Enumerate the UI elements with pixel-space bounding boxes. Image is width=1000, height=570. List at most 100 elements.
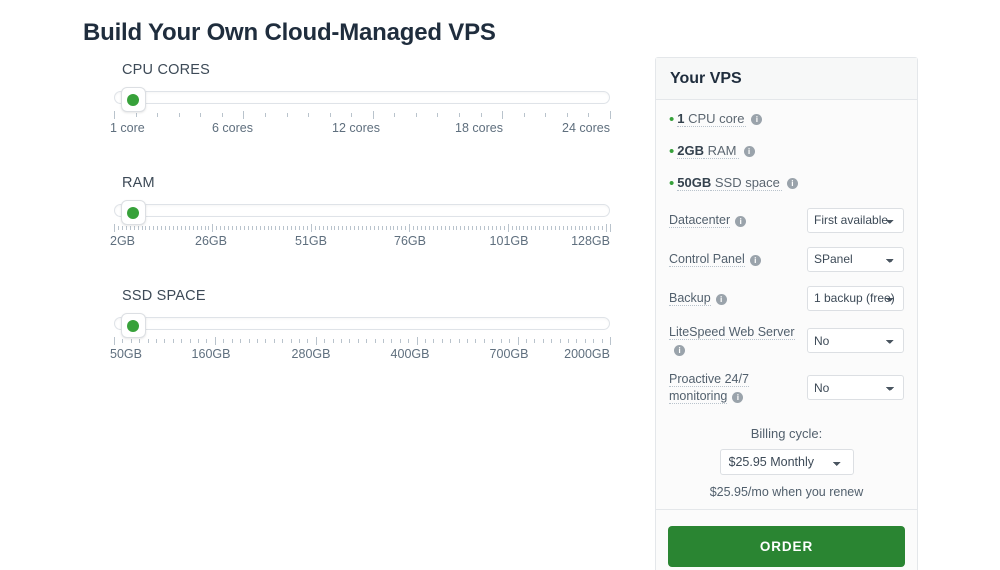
slider-tick: [173, 226, 175, 230]
renewal-price-note: $25.95/mo when you renew: [709, 484, 864, 499]
slider-tick: [263, 226, 265, 230]
slider-handle[interactable]: [120, 87, 146, 112]
option-row: Datacenter i First available: [669, 207, 904, 233]
option-row: LiteSpeed Web Server i NoYes: [669, 324, 904, 358]
slider-track-wrap[interactable]: [110, 313, 610, 338]
slider-scale-label: 128GB: [571, 234, 610, 248]
slider-handle-dot: [127, 93, 140, 106]
slider-tick: [275, 226, 277, 230]
slider-tick: [389, 226, 391, 230]
slider-tick: [232, 226, 234, 230]
slider-tick: [606, 224, 608, 232]
slider-tick: [610, 337, 611, 345]
slider-tick: [212, 224, 214, 232]
slider-scale-label: 51GB: [295, 234, 327, 248]
option-label-text: Backup: [669, 290, 711, 306]
slider-tick: [527, 226, 529, 230]
slider-tick: [413, 226, 415, 230]
spec-value: 1: [677, 111, 685, 127]
slider-track[interactable]: [114, 204, 610, 217]
slider-tick: [525, 339, 527, 343]
slider-tick: [433, 339, 435, 343]
slider-tick: [169, 226, 171, 230]
info-icon[interactable]: i: [732, 391, 744, 403]
slider-tick: [500, 339, 502, 343]
slider-tick: [338, 226, 340, 230]
slider-tick: [409, 224, 411, 232]
slider-tick: [259, 226, 261, 230]
option-select[interactable]: First available: [807, 207, 904, 233]
info-icon[interactable]: i: [743, 145, 755, 157]
slider-scale-label: 26GB: [195, 234, 227, 248]
panel-body: • 1 CPU core i • 2GB RAM i • 50GB SSD space i Da…: [656, 100, 917, 509]
slider-ticks: [114, 337, 611, 346]
info-icon[interactable]: i: [715, 293, 727, 305]
slider-tick: [480, 226, 482, 230]
slider-handle[interactable]: [120, 313, 146, 338]
slider-tick: [156, 339, 158, 343]
slider-tick: [221, 113, 223, 117]
option-label: Proactive 24/7 monitoring i: [669, 371, 799, 405]
option-label: Backup i: [669, 290, 727, 307]
billing-cycle-select[interactable]: $25.95 Monthly: [719, 448, 854, 475]
option-select[interactable]: 1 backup (free): [807, 285, 904, 311]
slider-tick: [307, 339, 309, 343]
option-select[interactable]: SPanel: [807, 246, 904, 272]
info-icon[interactable]: i: [749, 254, 761, 266]
slider-tick: [315, 337, 317, 345]
info-icon[interactable]: i: [674, 344, 685, 356]
slider-handle[interactable]: [120, 200, 146, 225]
slider-tick: [487, 226, 489, 230]
slider-tick: [329, 113, 331, 117]
slider-tick: [464, 226, 466, 230]
slider-tick: [282, 339, 284, 343]
slider-tick: [545, 113, 547, 117]
slider-tick: [468, 226, 470, 230]
slider-tick: [476, 226, 478, 230]
info-icon[interactable]: i: [751, 113, 763, 125]
slider-tick: [157, 226, 159, 230]
slider-tick: [444, 226, 446, 230]
slider-tick: [610, 111, 611, 119]
slider-tick: [216, 226, 218, 230]
slider-tick: [139, 339, 141, 343]
slider-scale-label: 76GB: [394, 234, 426, 248]
slider-tick: [551, 339, 553, 343]
option-select[interactable]: NoYes: [807, 375, 904, 401]
slider-tick: [291, 226, 293, 230]
slider-tick: [491, 226, 493, 230]
slider-tick: [295, 226, 297, 230]
slider-tick: [176, 226, 178, 230]
option-label-text: Datacenter: [669, 212, 731, 228]
slider-tick: [265, 339, 267, 343]
info-icon[interactable]: i: [786, 177, 798, 189]
slider-tick: [334, 226, 336, 230]
slider-track[interactable]: [114, 91, 610, 104]
slider-tick: [141, 226, 143, 230]
spec-label: CPU core: [684, 111, 747, 127]
option-select[interactable]: NoYes: [807, 328, 904, 354]
slider-tick: [184, 226, 186, 230]
slider-tick: [511, 226, 513, 230]
slider-track-wrap[interactable]: [110, 87, 610, 112]
info-icon[interactable]: i: [735, 215, 747, 227]
slider-tick: [467, 339, 469, 343]
slider-tick: [428, 226, 430, 230]
slider-scale-label: 700GB: [489, 347, 529, 361]
slider-tick: [502, 111, 504, 119]
slider-track[interactable]: [114, 317, 610, 330]
slider-tick: [576, 339, 578, 343]
slider-tick: [441, 339, 443, 343]
slider-tick: [135, 113, 137, 117]
slider-tick: [432, 226, 434, 230]
slider-track-wrap[interactable]: [110, 200, 610, 225]
slider-tick: [322, 226, 324, 230]
option-label: Control Panel i: [669, 251, 761, 268]
slider-handle-dot: [127, 319, 140, 332]
spec-label: RAM: [704, 143, 739, 159]
slider-tick: [394, 113, 396, 117]
order-button[interactable]: ORDER: [668, 525, 905, 567]
slider-tick: [458, 339, 460, 343]
slider-tick: [192, 226, 194, 230]
slider-tick: [147, 339, 149, 343]
